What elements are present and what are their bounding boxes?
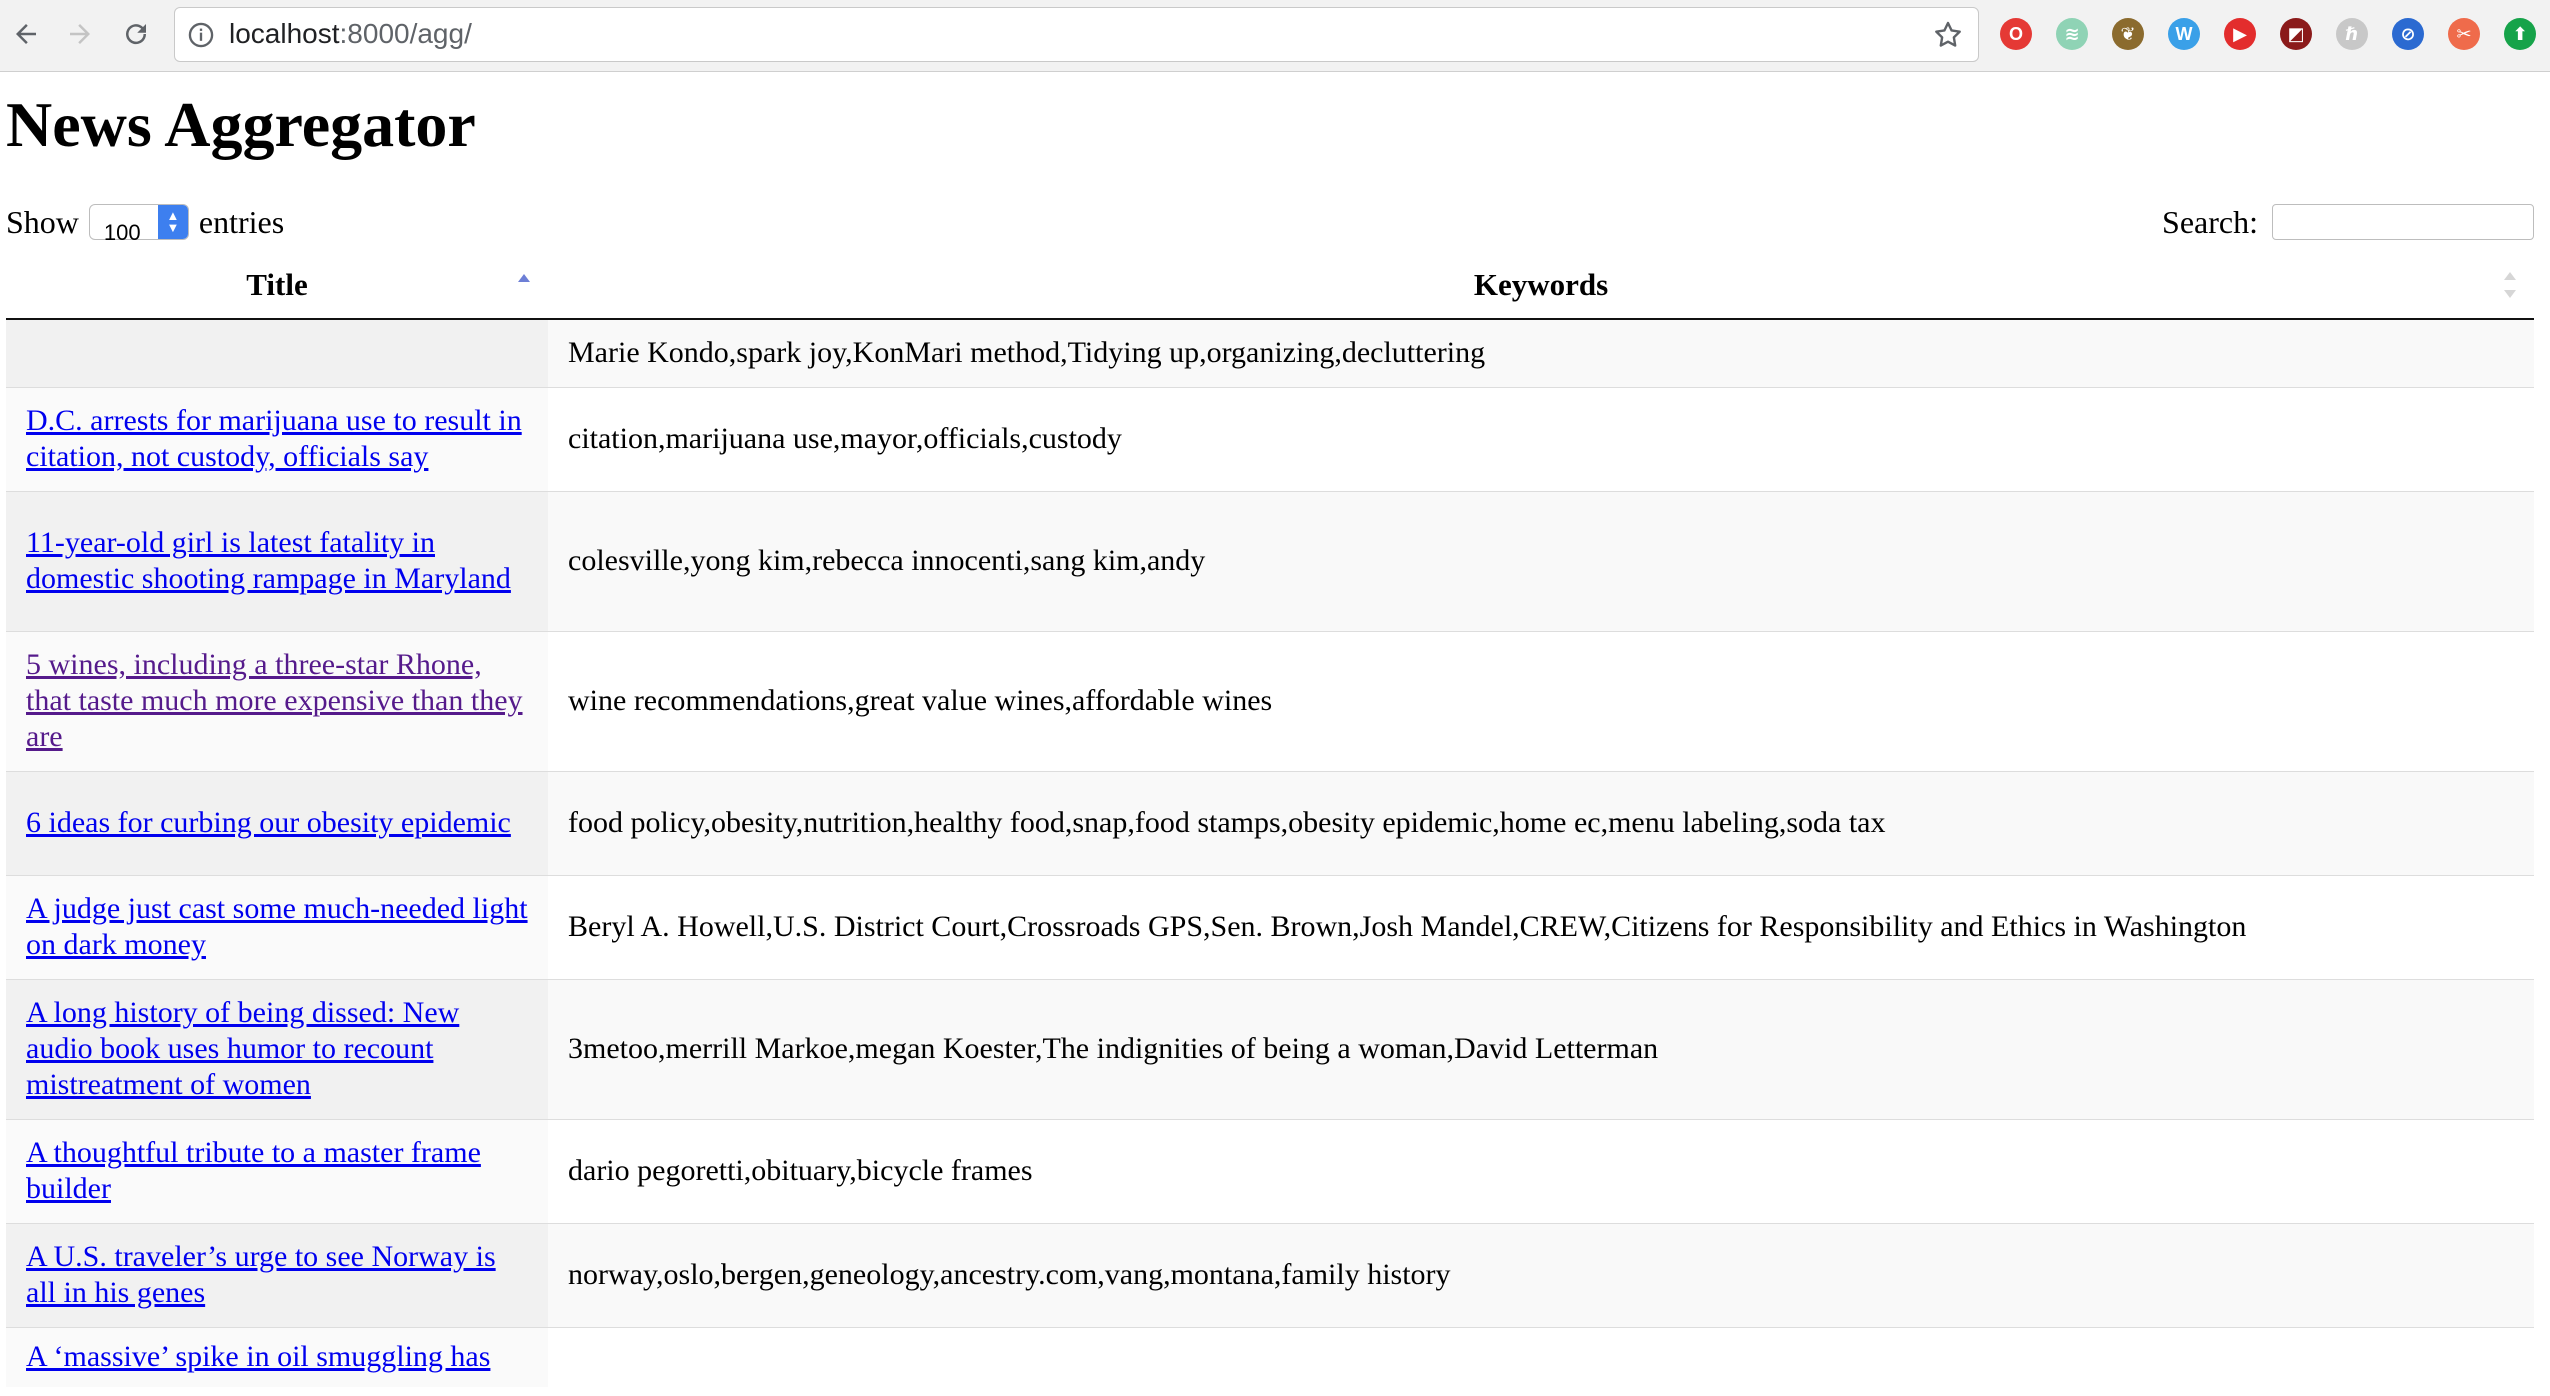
- header-row: Title Keywords: [6, 252, 2534, 320]
- tools-extension-icon[interactable]: ✂: [2448, 18, 2480, 50]
- title-cell: 6 ideas for curbing our obesity epidemic: [6, 771, 548, 875]
- youtube-extension-icon[interactable]: ▶: [2224, 18, 2256, 50]
- title-header-label: Title: [246, 267, 308, 302]
- article-link[interactable]: 5 wines, including a three-star Rhone, t…: [26, 648, 523, 753]
- address-bar[interactable]: localhost:8000/agg/: [174, 7, 1979, 62]
- back-button[interactable]: [6, 14, 46, 54]
- select-arrows-icon: ▲ ▼: [157, 205, 188, 239]
- entries-label: entries: [198, 204, 285, 240]
- table-row: A long history of being dissed: New audi…: [6, 979, 2534, 1119]
- table-row: 11-year-old girl is latest fatality in d…: [6, 491, 2534, 631]
- title-cell: A judge just cast some much-needed light…: [6, 875, 548, 979]
- block-extension-icon[interactable]: ⊘: [2392, 18, 2424, 50]
- article-link[interactable]: A judge just cast some much-needed light…: [26, 892, 528, 961]
- keywords-column-header[interactable]: Keywords: [548, 252, 2534, 320]
- article-link[interactable]: A thoughtful tribute to a master frame b…: [26, 1136, 481, 1205]
- article-link[interactable]: A long history of being dissed: New audi…: [26, 996, 459, 1101]
- forward-arrow-icon: [70, 24, 90, 44]
- keywords-cell: citation,marijuana use,mayor,officials,c…: [548, 387, 2534, 491]
- table-row: A U.S. traveler’s urge to see Norway is …: [6, 1223, 2534, 1327]
- keywords-cell: wine recommendations,great value wines,a…: [548, 631, 2534, 771]
- keywords-cell: [548, 1327, 2534, 1387]
- opera-extension-icon[interactable]: O: [2000, 18, 2032, 50]
- plant-extension-icon[interactable]: ❦: [2112, 18, 2144, 50]
- search-input[interactable]: [2272, 204, 2534, 240]
- title-cell: A U.S. traveler’s urge to see Norway is …: [6, 1223, 548, 1327]
- article-link[interactable]: 6 ideas for curbing our obesity epidemic: [26, 806, 511, 839]
- keywords-header-label: Keywords: [1473, 267, 1609, 302]
- keywords-cell: 3metoo,merrill Markoe,megan Koester,The …: [548, 979, 2534, 1119]
- image-extension-icon[interactable]: ◩: [2280, 18, 2312, 50]
- title-cell: A thoughtful tribute to a master frame b…: [6, 1119, 548, 1223]
- bookmark-star-icon[interactable]: [1932, 19, 1964, 51]
- keywords-cell: norway,oslo,bergen,geneology,ancestry.co…: [548, 1223, 2534, 1327]
- keywords-cell: dario pegoretti,obituary,bicycle frames: [548, 1119, 2534, 1223]
- page-title: News Aggregator: [6, 89, 476, 160]
- article-link[interactable]: A ‘massive’ spike in oil smuggling has: [26, 1340, 490, 1373]
- entries-select-value: 100: [103, 220, 141, 245]
- table-row: A judge just cast some much-needed light…: [6, 875, 2534, 979]
- browser-toolbar: localhost:8000/agg/ O ≋ ❦ W ▶ ◩ ℏ ⊘ ✂ ⬆: [0, 0, 2550, 72]
- title-cell: A long history of being dissed: New audi…: [6, 979, 548, 1119]
- table-row: 6 ideas for curbing our obesity epidemic…: [6, 771, 2534, 875]
- keywords-cell: colesville,yong kim,rebecca innocenti,sa…: [548, 491, 2534, 631]
- entries-select[interactable]: 100 ▲ ▼: [88, 204, 189, 245]
- table-row: D.C. arrests for marijuana use to result…: [6, 387, 2534, 491]
- show-label: Show: [6, 204, 79, 240]
- title-cell: A ‘massive’ spike in oil smuggling has: [6, 1327, 548, 1387]
- search-label: Search:: [2162, 204, 2258, 240]
- title-cell: D.C. arrests for marijuana use to result…: [6, 387, 548, 491]
- forward-button[interactable]: [60, 14, 100, 54]
- entries-length-control: Show 100 ▲ ▼ entries: [6, 200, 285, 245]
- title-cell: [6, 319, 548, 387]
- back-arrow-icon: [16, 24, 36, 44]
- article-link[interactable]: D.C. arrests for marijuana use to result…: [26, 404, 522, 473]
- sort-ascending-icon: [518, 274, 530, 282]
- w-extension-icon[interactable]: W: [2168, 18, 2200, 50]
- keywords-cell: Beryl A. Howell,U.S. District Court,Cros…: [548, 875, 2534, 979]
- reload-icon: [126, 24, 147, 45]
- article-link[interactable]: 11-year-old girl is latest fatality in d…: [26, 526, 511, 595]
- title-cell: 11-year-old girl is latest fatality in d…: [6, 491, 548, 631]
- table-row: Marie Kondo,spark joy,KonMari method,Tid…: [6, 319, 2534, 387]
- h-extension-icon[interactable]: ℏ: [2336, 18, 2368, 50]
- sort-both-icon: [2504, 272, 2516, 298]
- title-column-header[interactable]: Title: [6, 252, 548, 320]
- title-cell: 5 wines, including a three-star Rhone, t…: [6, 631, 548, 771]
- table-row: 5 wines, including a three-star Rhone, t…: [6, 631, 2534, 771]
- audio-extension-icon[interactable]: ≋: [2056, 18, 2088, 50]
- search-control: Search:: [2162, 200, 2534, 244]
- upload-extension-icon[interactable]: ⬆: [2504, 18, 2536, 50]
- keywords-cell: Marie Kondo,spark joy,KonMari method,Tid…: [548, 319, 2534, 387]
- keywords-cell: food policy,obesity,nutrition,healthy fo…: [548, 771, 2534, 875]
- reload-button[interactable]: [116, 14, 156, 54]
- news-table: Title Keywords Marie Kondo,spark joy,Kon…: [6, 252, 2534, 1387]
- info-icon[interactable]: [187, 21, 215, 49]
- table-row: A ‘massive’ spike in oil smuggling has: [6, 1327, 2534, 1387]
- article-link[interactable]: A U.S. traveler’s urge to see Norway is …: [26, 1240, 496, 1309]
- table-row: A thoughtful tribute to a master frame b…: [6, 1119, 2534, 1223]
- url-text[interactable]: localhost:8000/agg/: [229, 18, 472, 50]
